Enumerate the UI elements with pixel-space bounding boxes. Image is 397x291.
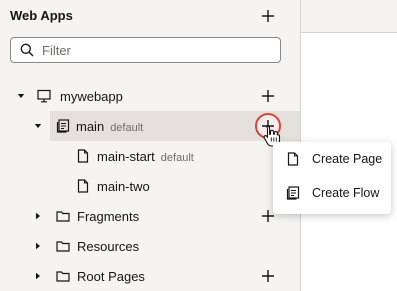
add-to-mywebapp-button[interactable] xyxy=(258,86,278,106)
tree-item-label: Fragments xyxy=(77,208,140,224)
main-label: main xyxy=(76,118,105,134)
caret-right-icon[interactable] xyxy=(33,241,43,251)
web-apps-panel: Web Apps mywebapp main default xyxy=(0,0,300,291)
plus-icon xyxy=(262,90,274,102)
tree-item-label: Root Pages xyxy=(77,268,145,284)
default-tag: default xyxy=(160,151,194,164)
default-tag: default xyxy=(110,121,144,134)
page-icon xyxy=(76,149,90,163)
menu-item-create-flow[interactable]: Create Flow xyxy=(273,176,391,210)
filter-search-box[interactable] xyxy=(10,37,281,63)
tree-item-label: main-start default xyxy=(97,149,194,164)
menu-item-label: Create Page xyxy=(312,152,383,166)
plus-icon xyxy=(262,270,274,282)
tree-item-label: main-two xyxy=(97,178,150,194)
tree-item-main-two[interactable]: main-two xyxy=(0,171,300,201)
tree-item-mywebapp[interactable]: mywebapp xyxy=(0,81,300,111)
tree-item-resources[interactable]: Resources xyxy=(0,231,300,261)
menu-item-label: Create Flow xyxy=(312,186,380,200)
caret-right-icon[interactable] xyxy=(33,271,43,281)
main-start-label: main-start xyxy=(97,148,155,164)
flow-icon xyxy=(56,119,70,133)
tree-item-label: mywebapp xyxy=(60,88,123,104)
tree-item-fragments[interactable]: Fragments xyxy=(0,201,300,231)
plus-icon xyxy=(262,10,274,22)
menu-item-create-page[interactable]: Create Page xyxy=(273,142,391,176)
tree-item-label: main default xyxy=(76,119,143,134)
tree-item-root-pages[interactable]: Root Pages xyxy=(0,261,300,291)
monitor-icon xyxy=(37,89,51,103)
filter-input[interactable] xyxy=(42,42,262,58)
panel-title: Web Apps xyxy=(10,8,73,23)
folder-icon xyxy=(56,239,70,253)
search-icon xyxy=(20,43,34,57)
folder-icon xyxy=(56,269,70,283)
folder-icon xyxy=(56,209,70,223)
caret-down-icon[interactable] xyxy=(33,121,43,131)
flow-icon xyxy=(286,186,300,200)
caret-right-icon[interactable] xyxy=(33,211,43,221)
tree-item-main-start[interactable]: main-start default xyxy=(0,141,300,171)
page-icon xyxy=(76,179,90,193)
caret-down-icon[interactable] xyxy=(16,91,26,101)
create-menu: Create Page Create Flow xyxy=(273,142,391,214)
add-root-page-button[interactable] xyxy=(258,266,278,286)
page-icon xyxy=(286,152,300,166)
editor-tab-bar xyxy=(301,0,397,33)
tree-item-label: Resources xyxy=(77,238,140,254)
add-web-app-button[interactable] xyxy=(258,6,278,26)
